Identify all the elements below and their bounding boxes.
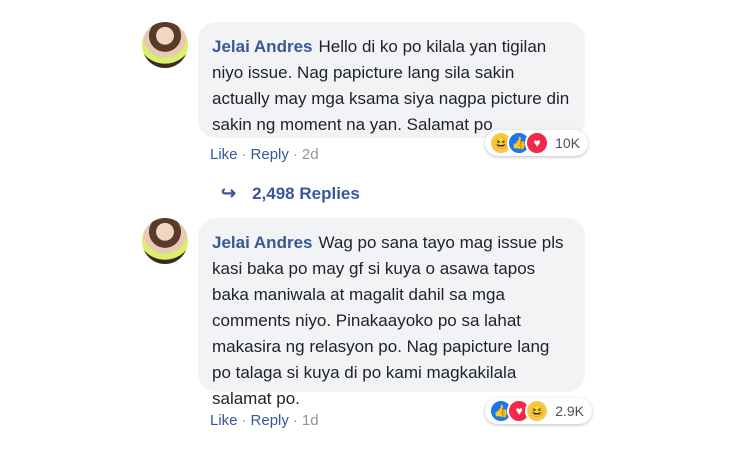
comment-actions: Like · Reply · 2d (210, 146, 319, 163)
comment-author[interactable]: Jelai Andres (212, 37, 312, 56)
view-replies-link[interactable]: ↪ 2,498 Replies (221, 183, 360, 204)
comment-bubble: Jelai Andres Wag po sana tayo mag issue p… (198, 218, 585, 408)
reply-link[interactable]: Reply (251, 146, 289, 163)
reaction-count: 10K (555, 135, 580, 151)
like-link[interactable]: Like (210, 412, 238, 429)
separator: · (241, 412, 247, 429)
timestamp[interactable]: 1d (302, 412, 319, 429)
comment-bubble: Jelai Andres Hello di ko po kilala yan ti… (198, 22, 585, 138)
haha-icon: 😆 (525, 399, 550, 423)
avatar[interactable] (142, 22, 188, 68)
reaction-summary[interactable]: 👍 ♥ 😆 2.9K (485, 398, 592, 424)
separator: · (241, 146, 247, 163)
reaction-summary[interactable]: 😆 👍 ♥ 10K (485, 130, 588, 156)
reaction-count: 2.9K (555, 403, 584, 419)
separator: · (292, 146, 298, 163)
comment-actions: Like · Reply · 1d (210, 412, 319, 429)
timestamp[interactable]: 2d (302, 146, 319, 163)
love-icon: ♥ (525, 131, 550, 155)
comment-author[interactable]: Jelai Andres (212, 233, 312, 252)
separator: · (292, 412, 298, 429)
replies-count[interactable]: 2,498 Replies (252, 184, 360, 204)
avatar[interactable] (142, 218, 188, 264)
reply-link[interactable]: Reply (251, 412, 289, 429)
reply-arrow-icon: ↪ (221, 183, 237, 203)
comment-text: Wag po sana tayo mag issue pls kasi baka… (212, 233, 564, 408)
like-link[interactable]: Like (210, 146, 238, 163)
